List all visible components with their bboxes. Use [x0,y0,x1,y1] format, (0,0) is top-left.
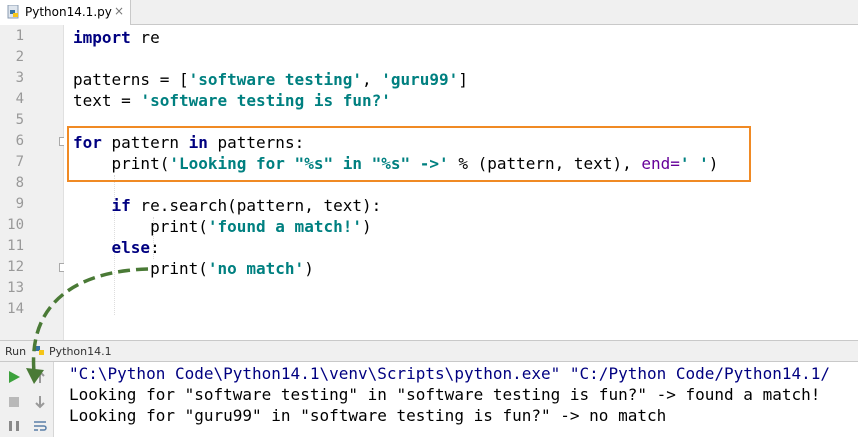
highlight-box [67,126,751,182]
run-toolbar [0,362,54,437]
editor-tab-bar: Python14.1.py × [0,0,858,25]
run-panel-header: Run Python14.1 [0,340,858,362]
line-number: 14 [7,301,24,317]
run-console[interactable]: "C:\Python Code\Python14.1\venv\Scripts\… [54,362,858,437]
line-number: 6 [15,133,24,149]
pause-icon[interactable] [6,418,22,434]
python-file-icon [7,5,19,19]
line-number: 5 [15,112,24,128]
line-number: 11 [7,238,24,254]
code-line-12: print('no match') [73,259,314,278]
stop-icon[interactable] [6,394,22,410]
line-number: 12 [7,259,24,275]
line-number: 13 [7,280,24,296]
soft-wrap-icon[interactable] [32,418,48,434]
code-editor[interactable]: import re patterns = ['software testing'… [64,25,858,340]
tab-python14-1[interactable]: Python14.1.py × [0,0,131,25]
code-line-11: else: [111,238,160,257]
line-number: 9 [15,196,24,212]
up-arrow-icon[interactable] [32,369,48,385]
code-line-10: print('found a match!') [73,217,372,236]
line-number: 3 [15,70,24,86]
run-config-tab[interactable]: Python14.1 [49,345,112,358]
line-number: 1 [15,28,24,44]
run-icon[interactable] [6,369,22,385]
down-arrow-icon[interactable] [32,394,48,410]
console-output-line: Looking for "guru99" in "software testin… [69,406,667,425]
run-label: Run [5,345,27,358]
line-number: 2 [15,49,24,65]
code-line-3: patterns = ['software testing', 'guru99'… [73,70,468,89]
code-line-9: if re.search(pattern, text): [111,196,382,215]
line-number: 8 [15,175,24,191]
code-line-1: import re [73,28,160,47]
tab-label: Python14.1.py [25,5,112,19]
console-output-line: Looking for "software testing" in "softw… [69,385,821,404]
line-number: 10 [7,217,24,233]
python-file-icon [35,346,44,355]
line-number-gutter: 1 2 3 4 5 6 7 8 9 10 11 12 13 14 [0,25,67,340]
code-line-4: text = 'software testing is fun?' [73,91,391,110]
console-command-line: "C:\Python Code\Python14.1\venv\Scripts\… [69,364,830,383]
close-icon[interactable]: × [114,4,124,18]
line-number: 4 [15,91,24,107]
line-number: 7 [15,154,24,170]
